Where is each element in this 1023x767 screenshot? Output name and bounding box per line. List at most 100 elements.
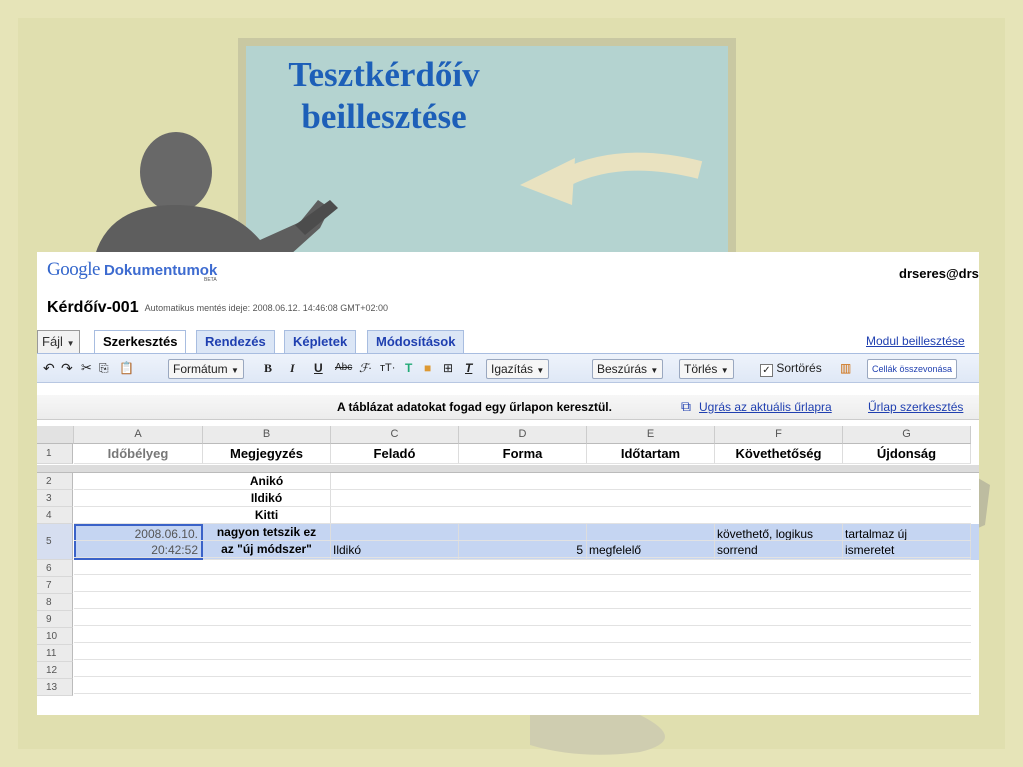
product-name: Dokumentumok [103,261,218,279]
header-cell[interactable]: Forma [459,444,587,464]
undo-icon[interactable]: ↶ [43,359,55,377]
file-menu[interactable]: Fájl ▼ [37,330,80,353]
grid-cell[interactable]: tartalmaz új ismeretet [843,524,971,560]
row-header[interactable]: 9 [37,611,73,628]
header-cell[interactable]: Megjegyzés [203,444,331,464]
redo-icon[interactable]: ↷ [61,359,73,377]
italic-icon[interactable]: I [290,359,295,377]
clear-format-icon[interactable]: T [465,359,472,377]
form-link-icon: ⧉ [681,398,691,414]
column-header-a[interactable]: A [74,426,203,444]
checkbox-checked-icon: ✓ [760,364,773,377]
grid-cell[interactable]: 5 [459,524,587,560]
grid-cell[interactable]: Anikó [203,473,331,490]
row-header[interactable]: 7 [37,577,73,594]
insert-dropdown-label: Beszúrás [597,362,648,376]
copy-icon[interactable]: ⎘ [99,359,109,377]
row-header[interactable]: 6 [37,560,73,577]
header-cell[interactable]: Feladó [331,444,459,464]
beta-badge: BETA [204,277,217,283]
tab-sort[interactable]: Rendezés [196,330,275,353]
column-header-f[interactable]: F [715,426,843,444]
chevron-down-icon: ▼ [66,339,75,348]
traceability-line1: követhető, logikus [717,527,814,541]
chevron-down-icon: ▼ [231,366,239,375]
slide-title-line2: beillesztése [301,97,467,136]
timestamp-date: 2008.06.10. [134,527,198,541]
column-header-e[interactable]: E [587,426,715,444]
header-cell[interactable]: Újdonság [843,444,971,464]
wrap-label: Sortörés [776,361,822,375]
row-header[interactable]: 1 [37,444,73,464]
slide-title: Tesztkérdőív beillesztése [236,54,532,138]
row-header[interactable]: 12 [37,662,73,679]
grid-cell[interactable]: nagyon tetszik ez az "új módszer" [203,524,331,560]
chart-icon[interactable]: ▥ [840,359,851,377]
frozen-row-handle[interactable] [37,465,979,473]
format-dropdown-label: Formátum [173,362,228,376]
row-header[interactable]: 10 [37,628,73,645]
novelty-line1: tartalmaz új [845,527,908,541]
traceability-line2: sorrend [717,543,758,557]
chevron-down-icon: ▼ [720,366,729,375]
column-header-c[interactable]: C [331,426,459,444]
row-header[interactable]: 8 [37,594,73,611]
form-notice-bar: A táblázat adatokat fogad egy űrlapon ke… [37,395,979,420]
column-header-d[interactable]: D [459,426,587,444]
delete-dropdown-label: Törlés [684,362,718,376]
toolbar: ↶ ↷ ✂ ⎘ 📋 Formátum ▼ B I U Abc ℱ· тT· T … [37,353,979,383]
grid-cell[interactable]: követhető, logikus sorrend [715,524,843,560]
form-notice-text: A táblázat adatokat fogad egy űrlapon ke… [337,400,612,414]
fill-color-icon[interactable]: ■ [424,359,431,377]
active-cell[interactable]: 2008.06.10. 20:42:52 [74,524,203,560]
insert-dropdown[interactable]: Beszúrás ▼ [592,359,664,379]
row-header[interactable]: 2 [37,473,73,490]
text-color-icon[interactable]: T [405,359,412,377]
font-size-icon[interactable]: тT· [380,359,395,377]
row-header[interactable]: 4 [37,507,73,524]
grid-cell[interactable]: Ildikó [203,490,331,507]
header-cell[interactable]: Követhetőség [715,444,843,464]
tab-revisions[interactable]: Módosítások [367,330,465,353]
app-logo[interactable]: Google Dokumentumok [47,258,217,282]
merge-cells-button[interactable]: Cellák összevonása [867,359,958,379]
tab-formulas[interactable]: Képletek [284,330,357,353]
column-header-b[interactable]: B [203,426,331,444]
borders-icon[interactable]: ⊞ [443,359,453,377]
delete-dropdown[interactable]: Törlés ▼ [679,359,734,379]
underline-icon[interactable]: U [314,359,323,377]
goto-form-link[interactable]: Ugrás az aktuális űrlapra [699,400,832,414]
row-header[interactable]: 3 [37,490,73,507]
column-header-g[interactable]: G [843,426,971,444]
timestamp-time: 20:42:52 [151,543,198,557]
chevron-down-icon: ▼ [650,366,659,375]
row-header[interactable]: 13 [37,679,73,696]
align-dropdown[interactable]: Igazítás ▼ [486,359,550,379]
edit-form-link[interactable]: Űrlap szerkesztés [868,400,963,414]
corner-cell[interactable] [37,426,74,444]
row-header[interactable]: 11 [37,645,73,662]
align-dropdown-label: Igazítás [491,362,534,376]
grid-cell[interactable]: megfelelő [587,524,715,560]
font-icon[interactable]: ℱ· [359,359,371,377]
row-header[interactable]: 5 [37,524,73,560]
bold-icon[interactable]: B [264,359,272,377]
merge-cells-label: Cellák összevonása [872,364,953,374]
insert-module-link[interactable]: Modul beillesztése [866,334,965,348]
user-email[interactable]: drseres@drs [899,266,979,281]
wrap-checkbox[interactable]: ✓ Sortörés [760,359,822,377]
cut-icon[interactable]: ✂ [81,359,92,377]
chevron-down-icon: ▼ [536,366,545,375]
comment-line2: az "új módszer" [221,542,312,556]
format-dropdown[interactable]: Formátum ▼ [168,359,244,379]
paste-icon[interactable]: 📋 [119,359,134,377]
strikethrough-icon[interactable]: Abc [335,359,352,377]
autosave-status: Automatikus mentés ideje: 2008.06.12. 14… [144,303,388,313]
comment-line1: nagyon tetszik ez [216,525,317,539]
grid-cell[interactable]: Ildikó [331,524,459,560]
document-title[interactable]: Kérdőív-001 [47,299,139,317]
header-cell[interactable]: Időbélyeg [74,444,203,464]
grid-cell[interactable]: Kitti [203,507,331,524]
tab-edit[interactable]: Szerkesztés [94,330,187,354]
header-cell[interactable]: Időtartam [587,444,715,464]
